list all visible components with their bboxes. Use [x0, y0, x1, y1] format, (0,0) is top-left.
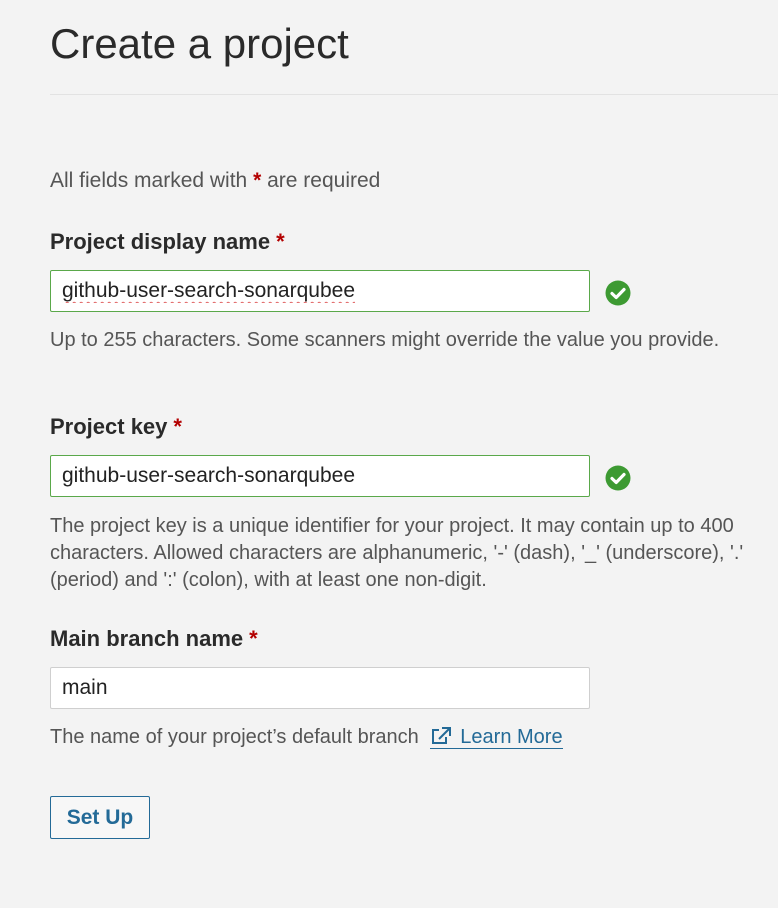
main-branch-label: Main branch name *	[50, 625, 258, 653]
display-name-required-star: *	[276, 229, 285, 254]
main-branch-input[interactable]	[50, 667, 590, 709]
display-name-input[interactable]	[50, 270, 590, 312]
learn-more-label: Learn More	[460, 726, 563, 748]
page-title: Create a project	[50, 20, 349, 67]
required-note-prefix: All fields marked with	[50, 169, 248, 192]
display-name-label-text: Project display name	[50, 229, 271, 254]
required-fields-note: All fields marked with * are required	[50, 168, 380, 194]
check-circle-icon	[605, 280, 631, 306]
main-branch-help: The name of your project’s default branc…	[50, 724, 770, 751]
create-project-page: Create a project All fields marked with …	[0, 0, 778, 908]
required-note-suffix: are required	[267, 169, 381, 192]
display-name-help: Up to 255 characters. Some scanners migh…	[50, 329, 720, 351]
project-key-help: The project key is a unique identifier f…	[50, 515, 744, 591]
title-divider	[50, 94, 778, 95]
set-up-button[interactable]: Set Up	[50, 796, 150, 839]
project-key-input[interactable]	[50, 455, 590, 497]
main-branch-label-text: Main branch name	[50, 626, 244, 651]
project-key-label-text: Project key	[50, 414, 168, 439]
required-star: *	[253, 169, 262, 192]
external-link-icon	[432, 727, 452, 744]
display-name-label: Project display name *	[50, 228, 285, 256]
main-branch-required-star: *	[249, 626, 258, 651]
check-circle-icon	[605, 465, 631, 491]
learn-more-link[interactable]: Learn More	[430, 726, 563, 749]
project-key-required-star: *	[173, 414, 182, 439]
main-branch-help-text: The name of your project’s default branc…	[50, 726, 419, 748]
project-key-label: Project key *	[50, 413, 182, 441]
